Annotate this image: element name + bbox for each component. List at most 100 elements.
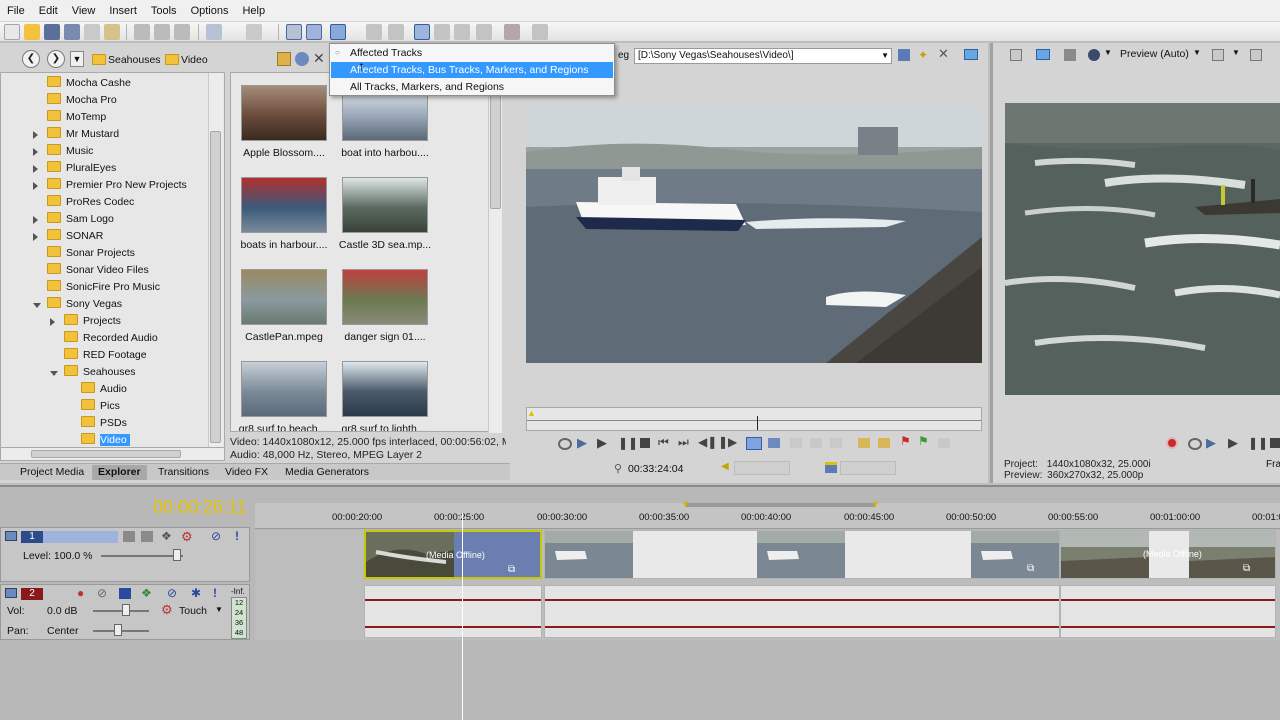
trimmer-pin-icon[interactable]: ✦ — [918, 48, 928, 62]
preview-stop-icon[interactable] — [1270, 438, 1280, 448]
menu-file[interactable]: File — [0, 0, 32, 22]
expand-arrow-icon[interactable] — [33, 131, 38, 139]
tree-item[interactable]: SonicFire Pro Music — [47, 279, 160, 296]
trimmer-path-field[interactable]: [D:\Sony Vegas\Seahouses\Video\] ▼ — [634, 48, 892, 64]
mute-icon[interactable]: ⊘ — [211, 529, 221, 543]
video-clip[interactable]: (Media Offline) ⧉ — [364, 530, 542, 579]
video-track-minimize-icon[interactable] — [5, 531, 17, 541]
open-icon[interactable] — [24, 24, 40, 40]
properties-icon[interactable] — [84, 24, 100, 40]
trimmer-close-icon[interactable]: ✕ — [938, 46, 949, 62]
loop-icon[interactable] — [558, 438, 572, 450]
tree-scroll-thumb[interactable] — [210, 131, 221, 443]
audio-track-minimize-icon[interactable] — [5, 588, 17, 598]
ripple-edit-icon[interactable] — [330, 24, 346, 40]
expand-arrow-icon[interactable] — [33, 216, 38, 224]
save-icon[interactable] — [44, 24, 60, 40]
video-clip[interactable]: (Media Offline) ⧉ — [1060, 530, 1276, 579]
auto-crossfade-icon[interactable] — [434, 24, 450, 40]
save-as-icon[interactable] — [64, 24, 80, 40]
tree-item[interactable]: Premier Pro New Projects — [47, 177, 187, 194]
quality-dropdown-icon[interactable]: ▼ — [1193, 48, 1201, 57]
normal-edit-tool-icon[interactable] — [286, 24, 302, 40]
next-frame-icon[interactable]: ❚▶ — [718, 435, 737, 449]
tree-item[interactable]: Seahouses — [64, 364, 136, 381]
preview-loop-icon[interactable] — [1188, 438, 1202, 450]
menu-tools[interactable]: Tools — [144, 0, 184, 22]
previous-frame-icon[interactable]: ◀❚ — [698, 435, 717, 449]
trimmer-cursor[interactable] — [757, 416, 758, 430]
menu-insert[interactable]: Insert — [102, 0, 144, 22]
loop-end-icon[interactable]: ▼ — [871, 499, 880, 509]
audio-fx-icon[interactable] — [119, 588, 131, 599]
cut-icon[interactable] — [134, 24, 150, 40]
tree-scrollbar[interactable] — [208, 73, 223, 449]
level-slider-knob[interactable] — [173, 549, 181, 561]
audio-clip[interactable] — [1060, 585, 1276, 638]
refresh-icon[interactable] — [295, 52, 309, 66]
paste-icon[interactable] — [174, 24, 190, 40]
snapping-icon[interactable] — [414, 24, 430, 40]
tree-hscroll-thumb[interactable] — [31, 450, 181, 458]
clip-fx-icon[interactable]: ⧉ — [1027, 563, 1034, 574]
pan-slider-knob[interactable] — [114, 624, 122, 636]
record-icon[interactable] — [1166, 437, 1178, 449]
snapshot-icon[interactable] — [938, 438, 950, 448]
tree-horizontal-scrollbar[interactable] — [0, 447, 225, 461]
audio-clip[interactable] — [544, 585, 1060, 638]
overlays-icon[interactable] — [1212, 49, 1224, 61]
tree-item[interactable]: Sonar Projects — [47, 245, 135, 262]
video-track-name-field[interactable] — [43, 531, 118, 543]
expand-arrow-icon[interactable] — [33, 182, 38, 190]
dropdown-affected-tracks-bus-markers-regions[interactable]: Affected Tracks, Bus Tracks, Markers, an… — [331, 62, 613, 78]
insert-icon[interactable] — [790, 438, 802, 448]
audio-mute-icon[interactable]: ⊘ — [167, 586, 177, 600]
tree-item[interactable]: Mr Mustard — [47, 126, 119, 143]
copy-icon[interactable] — [154, 24, 170, 40]
fit-to-fill-icon[interactable] — [810, 438, 822, 448]
overlays-dropdown-icon[interactable]: ▼ — [1232, 48, 1240, 57]
tree-item[interactable]: Sony Vegas — [47, 296, 122, 313]
flag-icon[interactable]: ⚑ — [900, 434, 911, 448]
tree-item[interactable]: Pics — [81, 398, 120, 415]
tab-transitions[interactable]: Transitions — [152, 465, 215, 480]
audio-track-header[interactable]: 2 ● ⊘ ❖ ⊘ ✱ ! -Inf. Vol: 0.0 dB ⚙ Touch … — [0, 584, 250, 640]
collapse-arrow-icon[interactable] — [50, 371, 58, 376]
audio-solo-icon[interactable]: ✱ — [191, 586, 201, 600]
tree-item[interactable]: PSDs — [81, 415, 127, 432]
tree-item[interactable]: Projects — [64, 313, 121, 330]
menu-edit[interactable]: Edit — [32, 0, 65, 22]
expand-arrow-icon[interactable] — [50, 318, 55, 326]
go-to-start-icon[interactable]: ⏮ — [658, 435, 669, 450]
stop-icon[interactable] — [640, 438, 650, 448]
audio-clip[interactable] — [364, 585, 542, 638]
arm-record-icon[interactable]: ● — [77, 586, 84, 600]
envelope-tool-icon[interactable] — [306, 24, 322, 40]
menu-help[interactable]: Help — [235, 0, 272, 22]
go-to-end-icon[interactable]: ⏭ — [678, 435, 689, 450]
vol-slider-knob[interactable] — [122, 604, 130, 616]
split-screen-icon[interactable] — [1088, 49, 1100, 61]
clip-fx-icon[interactable]: ⧉ — [508, 564, 515, 575]
preview-fx-icon[interactable] — [1064, 49, 1076, 61]
tree-item[interactable]: Sam Logo — [47, 211, 114, 228]
loop-start-icon[interactable]: ▼ — [681, 499, 690, 509]
expand-arrow-icon[interactable] — [33, 233, 38, 241]
menu-view[interactable]: View — [65, 0, 103, 22]
copy-snapshot-icon[interactable] — [1250, 49, 1262, 61]
solo-icon[interactable]: ! — [235, 529, 239, 543]
tree-item[interactable]: Audio — [81, 381, 127, 398]
history-dropdown-icon[interactable]: ▼ — [70, 51, 84, 67]
preview-video-frame[interactable] — [1005, 103, 1280, 395]
chevron-down-icon[interactable]: ▼ — [881, 49, 889, 63]
breadcrumb-seahouses[interactable]: Seahouses — [108, 54, 161, 66]
automation-dropdown-icon[interactable]: ▼ — [215, 605, 223, 614]
trimmer-video-frame[interactable] — [526, 107, 982, 363]
invert-phase-icon[interactable]: ⊘ — [97, 586, 107, 600]
selection-end-field[interactable] — [840, 461, 896, 475]
green-flag-icon[interactable]: ⚑ — [918, 434, 929, 448]
delete-icon[interactable]: ✕ — [313, 50, 325, 67]
selection-tool-icon[interactable] — [476, 24, 492, 40]
automation-mode[interactable]: Touch — [179, 605, 207, 617]
trimmer-timeline-bar[interactable]: ▲ — [526, 407, 982, 431]
